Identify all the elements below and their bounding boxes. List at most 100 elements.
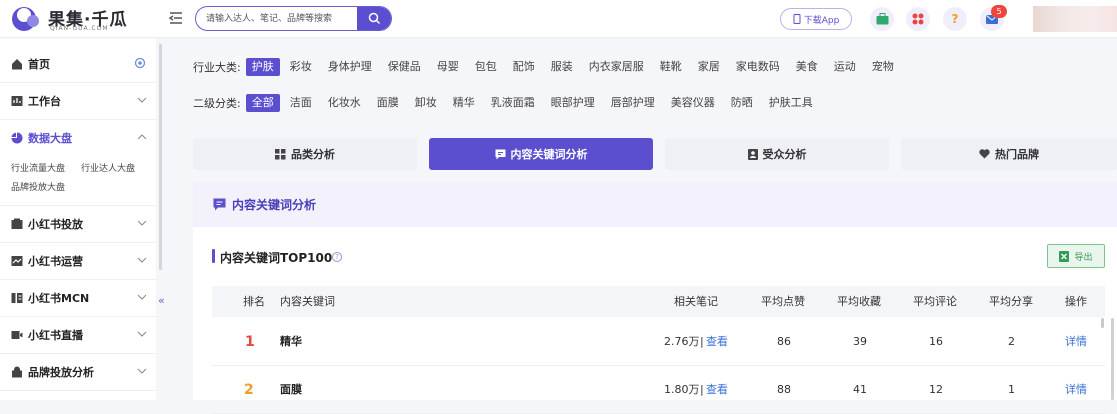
logo-subtitle: QIAN-GUA.COM xyxy=(50,25,109,32)
category-option[interactable]: 包包 xyxy=(469,58,503,76)
subcategory-option[interactable]: 美容仪器 xyxy=(665,94,721,112)
column-header-avg-shares[interactable]: 平均分享 xyxy=(989,286,1033,317)
collapse-sidebar-icon[interactable]: « xyxy=(158,294,165,307)
sidebar-item-workbench[interactable]: 工作台 xyxy=(0,83,156,119)
category-option[interactable]: 内衣家居服 xyxy=(583,58,650,76)
sidebar-item-label: 小红书运营 xyxy=(28,255,83,268)
avg-comments-cell: 16 xyxy=(929,335,943,348)
subcategory-option[interactable]: 精华 xyxy=(447,94,481,112)
tab-content-keyword-analysis[interactable]: 内容关键词分析 xyxy=(429,138,653,170)
details-link[interactable]: 详情 xyxy=(1065,366,1087,414)
chevron-down-icon xyxy=(137,294,147,300)
rank-number: 1 xyxy=(245,334,255,350)
subcategory-option[interactable]: 护肤工具 xyxy=(763,94,819,112)
table-scrollbar[interactable] xyxy=(1101,318,1104,328)
column-header-avg-likes[interactable]: 平均点赞 xyxy=(761,286,805,317)
sidebar-item-label: 首页 xyxy=(28,58,50,71)
search-input[interactable] xyxy=(206,7,356,30)
subcategory-option[interactable]: 唇部护理 xyxy=(605,94,661,112)
logo-mark-icon xyxy=(12,7,39,31)
subcategory-option[interactable]: 眼部护理 xyxy=(545,94,601,112)
settings-icon[interactable] xyxy=(134,57,146,69)
category-option[interactable]: 身体护理 xyxy=(322,58,378,76)
menu-collapse-icon[interactable] xyxy=(168,10,184,26)
category-option[interactable]: 宠物 xyxy=(866,58,900,76)
category-option[interactable]: 运动 xyxy=(828,58,862,76)
help-icon[interactable]: ? xyxy=(332,252,342,262)
message-count-badge: 5 xyxy=(991,5,1007,18)
excel-icon xyxy=(1059,250,1070,262)
tab-category-analysis[interactable]: 品类分析 xyxy=(193,138,417,170)
subcategory-option[interactable]: 面膜 xyxy=(371,94,405,112)
notes-count: 2.76万 xyxy=(664,335,700,348)
chevron-down-icon xyxy=(137,368,147,374)
sidebar-subitem-industry-influencer[interactable]: 行业达人大盘 xyxy=(81,161,135,174)
apps-button[interactable] xyxy=(906,7,930,31)
notes-count: 1.80万 xyxy=(664,383,700,396)
subcategory-option[interactable]: 卸妆 xyxy=(409,94,443,112)
sidebar-item-label: 工作台 xyxy=(28,95,61,108)
placement-icon xyxy=(11,218,23,229)
tab-label: 热门品牌 xyxy=(995,148,1039,161)
category-option[interactable]: 母婴 xyxy=(431,58,465,76)
search-button[interactable] xyxy=(357,7,391,30)
subcategory-option[interactable]: 防晒 xyxy=(725,94,759,112)
category-option[interactable]: 家电数码 xyxy=(730,58,786,76)
help-button[interactable]: ? xyxy=(943,7,967,31)
column-header-action: 操作 xyxy=(1065,295,1087,308)
question-icon: ? xyxy=(951,12,959,26)
sidebar-item-label: 数据大盘 xyxy=(28,132,72,145)
download-app-button[interactable]: 下载App xyxy=(780,8,852,30)
comment-icon xyxy=(495,149,505,159)
user-avatar[interactable] xyxy=(1033,6,1117,32)
subcategory-option[interactable]: 化妆水 xyxy=(322,94,367,112)
category-option[interactable]: 鞋靴 xyxy=(654,58,688,76)
export-button[interactable]: 导出 xyxy=(1047,244,1105,268)
tab-label: 受众分析 xyxy=(762,148,807,161)
apps-grid-icon xyxy=(912,13,924,25)
sidebar-item-xhs-live[interactable]: 小红书直播 xyxy=(0,317,156,353)
avg-likes-cell: 88 xyxy=(777,383,791,396)
category-option[interactable]: 服装 xyxy=(545,58,579,76)
view-notes-link[interactable]: 查看 xyxy=(706,318,728,366)
category-option[interactable]: 彩妆 xyxy=(284,58,318,76)
logo[interactable]: 果集·千瓜 QIAN-GUA.COM xyxy=(10,4,160,34)
view-notes-link[interactable]: 查看 xyxy=(706,366,728,414)
tab-hot-brands[interactable]: 热门品牌 xyxy=(901,138,1117,170)
toolbox-button[interactable] xyxy=(870,7,894,31)
column-header-avg-favorites[interactable]: 平均收藏 xyxy=(837,286,881,317)
subcategory-option[interactable]: 乳液面霜 xyxy=(485,94,541,112)
sidebar-item-xhs-mcn[interactable]: 小红书MCN xyxy=(0,280,156,316)
column-header-avg-comments[interactable]: 平均评论 xyxy=(913,286,957,317)
phone-icon xyxy=(793,14,801,24)
column-header-keyword: 内容关键词 xyxy=(280,295,335,308)
sidebar-item-home[interactable]: 首页 xyxy=(0,46,156,82)
sidebar-item-xhs-placement[interactable]: 小红书投放 xyxy=(0,206,156,242)
top-bar: 果集·千瓜 QIAN-GUA.COM 下载App ? 5 xyxy=(0,0,1117,38)
column-header-rank: 排名 xyxy=(243,295,265,308)
sidebar-item-data-dashboard[interactable]: 数据大盘 xyxy=(0,120,156,156)
column-header-related-notes[interactable]: 相关笔记 xyxy=(674,286,718,317)
subcategory-option[interactable]: 全部 xyxy=(245,94,280,112)
category-option[interactable]: 保健品 xyxy=(382,58,427,76)
keyword-cell: 精华 xyxy=(280,335,302,348)
category-option[interactable]: 家居 xyxy=(692,58,726,76)
avg-favorites-cell: 39 xyxy=(853,335,867,348)
sidebar-subitem-industry-traffic[interactable]: 行业流量大盘 xyxy=(11,161,65,174)
sidebar-item-brand-placement-analysis[interactable]: 品牌投放分析 xyxy=(0,354,156,390)
notes-separator: | xyxy=(700,383,704,396)
sidebar-scrollbar[interactable] xyxy=(159,44,162,270)
category-option[interactable]: 护肤 xyxy=(245,58,280,76)
sidebar-item-xhs-operation[interactable]: 小红书运营 xyxy=(0,243,156,279)
category-option[interactable]: 美食 xyxy=(790,58,824,76)
details-link[interactable]: 详情 xyxy=(1065,318,1087,366)
avg-shares-cell: 2 xyxy=(1008,335,1015,348)
tab-label: 品类分析 xyxy=(291,148,335,161)
tab-audience-analysis[interactable]: 受众分析 xyxy=(665,138,889,170)
category-option[interactable]: 配饰 xyxy=(507,58,541,76)
page-scrollbar[interactable] xyxy=(1111,318,1114,400)
avg-comments-cell: 12 xyxy=(929,383,943,396)
subcategory-option[interactable]: 洁面 xyxy=(284,94,318,112)
sidebar-subitem-brand-placement[interactable]: 品牌投放大盘 xyxy=(11,180,65,193)
table-row: 1 精华 2.76万 | 查看 86 39 16 2 详情 xyxy=(212,318,1105,366)
